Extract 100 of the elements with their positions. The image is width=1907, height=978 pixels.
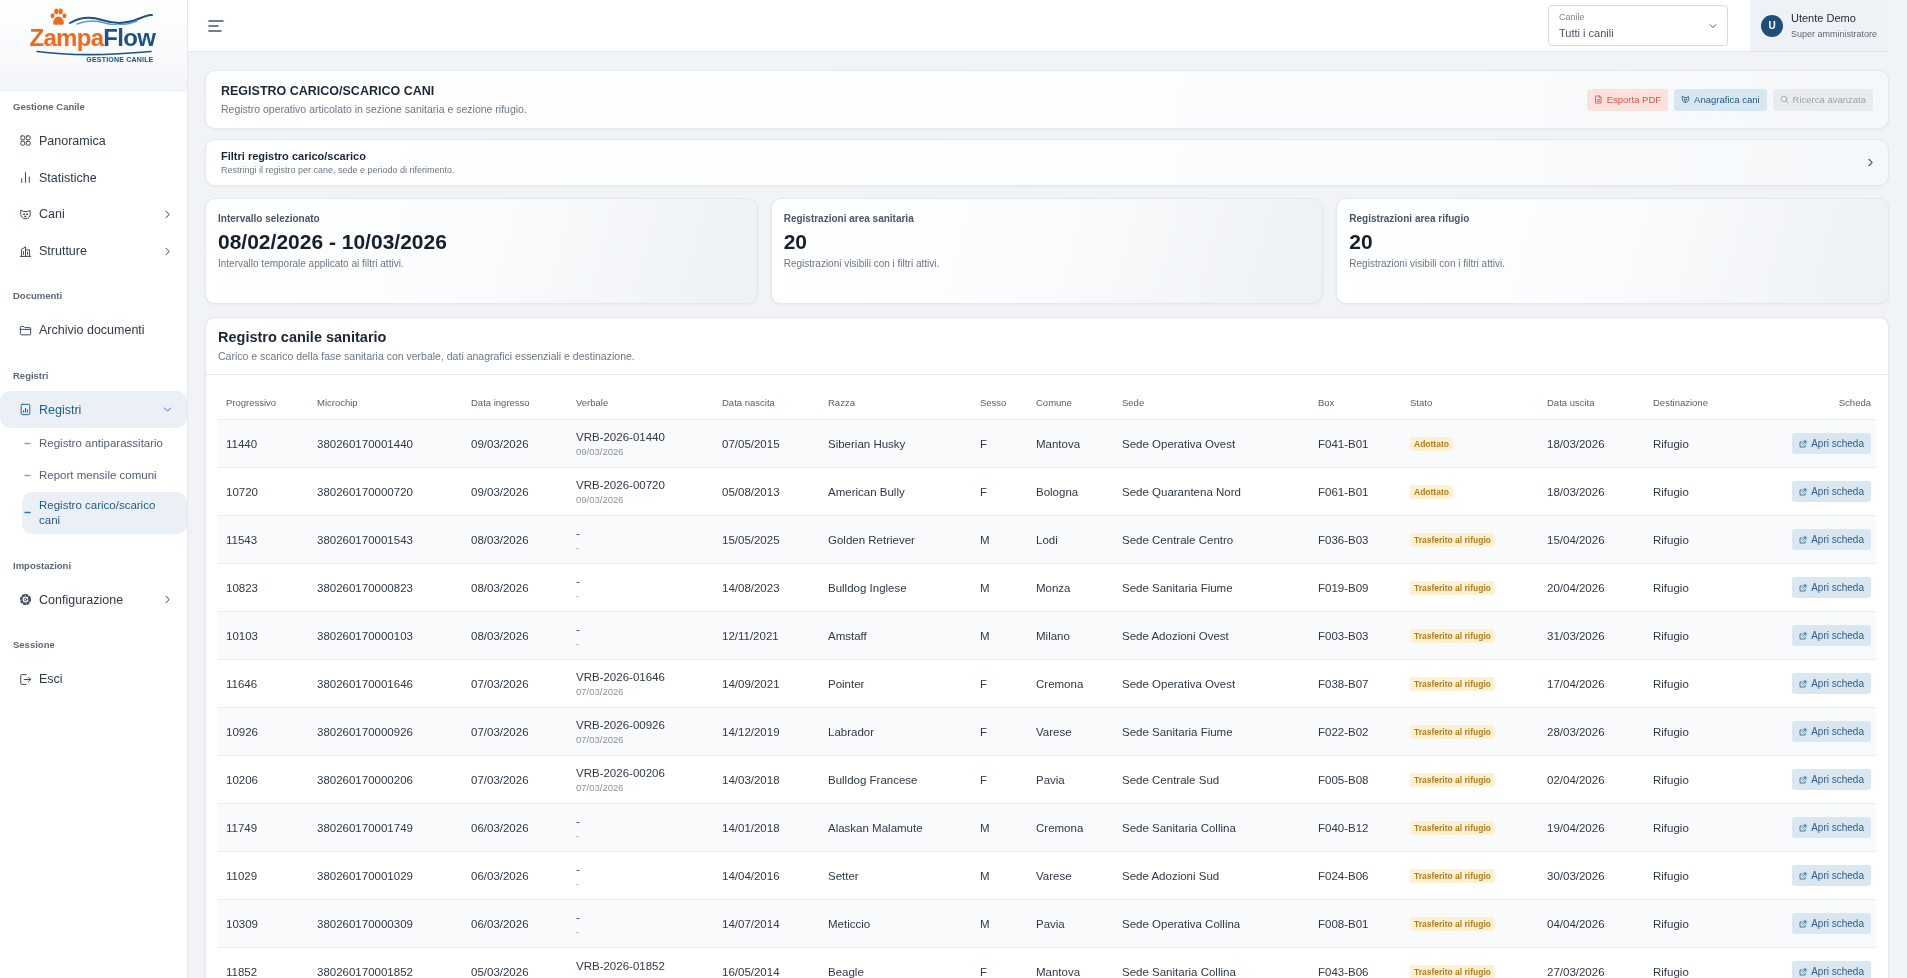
- progressive-number: 10823: [226, 581, 258, 594]
- microchip-number: 380260170000206: [317, 773, 413, 786]
- nav-item[interactable]: Panoramica: [0, 122, 187, 160]
- microchip-number: 380260170001440: [317, 437, 413, 450]
- destination: Rifugio: [1653, 821, 1689, 834]
- site-select[interactable]: Canile Tutti i canili: [1548, 5, 1728, 46]
- column-header: Comune: [1036, 397, 1072, 408]
- sex: F: [980, 725, 988, 738]
- open-record-button[interactable]: Apri scheda: [1792, 433, 1871, 454]
- report-date: -: [576, 877, 580, 890]
- open-record-button[interactable]: Apri scheda: [1792, 673, 1871, 694]
- kennel-code: F041-B01: [1318, 437, 1369, 450]
- exit-date: 30/03/2026: [1547, 869, 1605, 882]
- column-header: Scheda: [1838, 397, 1871, 408]
- open-record-button[interactable]: Apri scheda: [1792, 529, 1871, 550]
- microchip-number: 380260170001646: [317, 677, 413, 690]
- nav-item[interactable]: Archivio documenti: [0, 311, 187, 349]
- sex: M: [980, 821, 990, 834]
- exit-date: 20/04/2026: [1547, 581, 1605, 594]
- chart-document-icon: [19, 403, 32, 417]
- filter-panel[interactable]: Filtri registro carico/scarico Restringi il registro per cane, sede e periodo di riferimento.: [205, 139, 1889, 186]
- open-record-button[interactable]: Apri scheda: [1792, 913, 1871, 934]
- destination: Rifugio: [1653, 677, 1689, 690]
- column-header: Sesso: [980, 397, 1007, 408]
- report-number: VRB-2026-00720: [576, 477, 665, 492]
- destination: Rifugio: [1653, 725, 1689, 738]
- birth-date: 14/07/2014: [722, 917, 780, 930]
- stat-note: Registrazioni visibili con i filtri attivi.: [1349, 257, 1505, 271]
- breed: Siberian Husky: [828, 437, 906, 450]
- microchip-number: 380260170001852: [317, 965, 413, 978]
- paw-icon: [49, 8, 67, 26]
- nav-item[interactable]: Registri: [0, 391, 187, 428]
- progressive-number: 11440: [226, 437, 258, 450]
- open-record-button[interactable]: Apri scheda: [1792, 817, 1871, 838]
- nav-subitem[interactable]: Registro carico/scarico cani: [22, 491, 187, 534]
- nav-item[interactable]: Statistiche: [0, 159, 187, 196]
- nav-section-title: Impostazioni: [12, 558, 73, 573]
- report-number: -: [576, 621, 580, 636]
- open-record-button[interactable]: Apri scheda: [1792, 577, 1871, 598]
- progressive-number: 11749: [226, 821, 258, 834]
- nav-item[interactable]: Configurazione: [0, 581, 187, 619]
- destination: Rifugio: [1653, 581, 1689, 594]
- municipality: Lodi: [1036, 533, 1058, 546]
- kennel-code: F003-B03: [1318, 629, 1369, 642]
- external-link-icon: [1799, 535, 1808, 544]
- dash-icon: [24, 474, 31, 478]
- municipality: Cremona: [1036, 677, 1084, 690]
- menu-icon[interactable]: [208, 19, 224, 32]
- municipality: Bologna: [1036, 485, 1079, 498]
- open-record-button[interactable]: Apri scheda: [1792, 769, 1871, 790]
- external-link-icon: [1799, 823, 1808, 832]
- column-header: Data nascita: [722, 397, 775, 408]
- nav-item[interactable]: Strutture: [0, 232, 187, 270]
- exit-date: 15/04/2026: [1547, 533, 1605, 546]
- open-record-button[interactable]: Apri scheda: [1792, 721, 1871, 742]
- sex: F: [980, 965, 988, 978]
- nav-subitem[interactable]: Report mensile comuni: [22, 459, 187, 492]
- dash-icon: [24, 511, 31, 515]
- table-title: Registro canile sanitario: [218, 328, 387, 346]
- stat-note: Registrazioni visibili con i filtri attivi.: [783, 257, 940, 271]
- birth-date: 14/12/2019: [722, 725, 780, 738]
- open-record-button[interactable]: Apri scheda: [1792, 625, 1871, 646]
- nav-item[interactable]: Cani: [0, 195, 187, 233]
- birth-date: 14/09/2021: [722, 677, 780, 690]
- kennel-code: F061-B01: [1318, 485, 1369, 498]
- nav-item[interactable]: Esci: [0, 660, 187, 698]
- status-badge: Trasferito al rifugio: [1410, 724, 1495, 739]
- open-record-button[interactable]: Apri scheda: [1792, 481, 1871, 502]
- progressive-number: 11543: [226, 533, 258, 546]
- column-header: Stato: [1410, 397, 1433, 408]
- progressive-number: 10103: [226, 629, 258, 642]
- report-number: -: [576, 909, 580, 924]
- column-header: Destinazione: [1653, 397, 1708, 408]
- exit-date: 02/04/2026: [1547, 773, 1605, 786]
- microchip-number: 380260170000720: [317, 485, 413, 498]
- breed: Amstaff: [828, 629, 867, 642]
- external-link-icon: [1799, 919, 1808, 928]
- exit-date: 18/03/2026: [1547, 437, 1605, 450]
- export-pdf-button[interactable]: Esporta PDF: [1586, 88, 1669, 111]
- report-date: 09/03/2026: [576, 493, 624, 506]
- sex: M: [980, 869, 990, 882]
- user-name: Utente Demo: [1791, 11, 1856, 25]
- entry-date: 08/03/2026: [471, 629, 529, 642]
- dog-registry-button[interactable]: Anagrafica cani: [1674, 88, 1767, 111]
- sex: F: [980, 773, 988, 786]
- open-record-button[interactable]: Apri scheda: [1792, 961, 1871, 978]
- kennel-code: F019-B09: [1318, 581, 1369, 594]
- stat-label: Registrazioni area rifugio: [1349, 212, 1470, 226]
- open-record-button[interactable]: Apri scheda: [1792, 865, 1871, 886]
- municipality: Milano: [1036, 629, 1070, 642]
- column-header: Progressivo: [226, 397, 277, 408]
- progressive-number: 11029: [226, 869, 258, 882]
- exit-date: 18/03/2026: [1547, 485, 1605, 498]
- nav-subitem[interactable]: Registro antiparassitario: [22, 427, 187, 460]
- report-number: VRB-2026-01646: [576, 669, 665, 684]
- external-link-icon: [1799, 631, 1808, 640]
- entry-date: 06/03/2026: [471, 821, 529, 834]
- birth-date: 14/01/2018: [722, 821, 780, 834]
- birth-date: 05/08/2013: [722, 485, 780, 498]
- user-menu[interactable]: U Utente Demo Super amministratore: [1750, 0, 1889, 51]
